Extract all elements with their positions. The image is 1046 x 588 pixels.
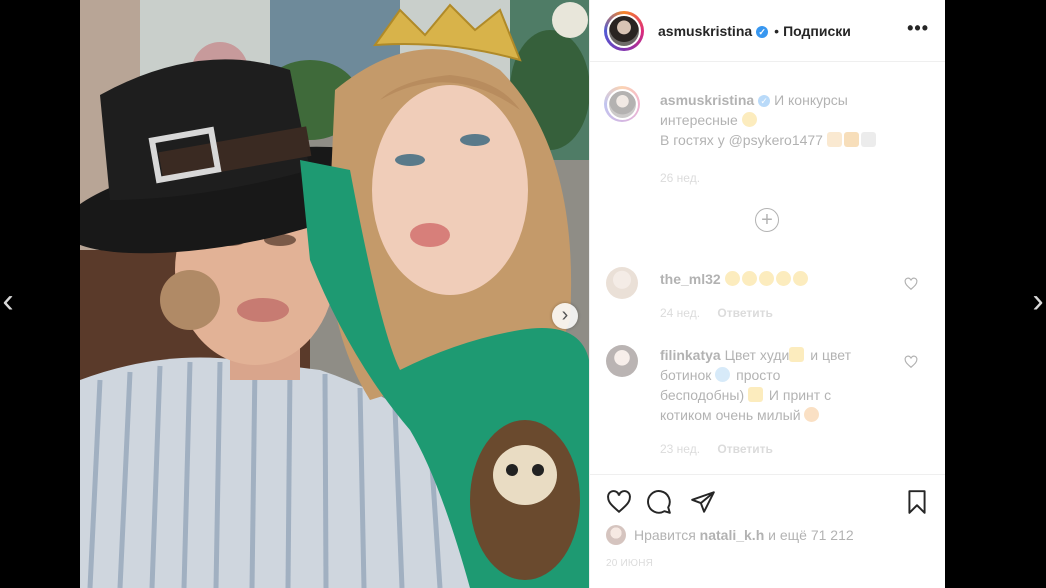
- caption-username[interactable]: asmuskristina: [660, 92, 754, 108]
- author-avatar[interactable]: [604, 10, 644, 51]
- heart-eyes-emoji-icon: [724, 271, 740, 286]
- caption-text-line3: В гостях у @psykero1477: [660, 132, 823, 148]
- reply-button[interactable]: Ответить: [717, 442, 772, 456]
- heart-eyes-emoji-icon: [741, 271, 757, 286]
- caption-author-avatar[interactable]: [604, 86, 640, 122]
- more-options-icon[interactable]: •••: [907, 18, 929, 39]
- comment-time: 23 нед.: [660, 442, 701, 456]
- smile-emoji-icon: [741, 112, 757, 127]
- post-actions: Нравится natali_k.h и ещё 71 212 20 ИЮНЯ: [590, 474, 945, 588]
- comment-text-line4: котиком очень милый: [660, 407, 801, 423]
- load-more-comments-icon[interactable]: +: [755, 208, 779, 232]
- heart-eyes-emoji-icon: [775, 271, 791, 286]
- comment-username[interactable]: the_ml32: [660, 271, 721, 287]
- header-separator: •: [774, 22, 780, 39]
- post-photo: ›: [80, 0, 589, 588]
- caption-text-line2: интересные: [660, 112, 738, 128]
- post-date: 20 ИЮНЯ: [606, 558, 654, 569]
- share-paper-plane-icon[interactable]: [690, 489, 716, 515]
- reply-button[interactable]: Ответить: [717, 306, 772, 320]
- verified-badge-icon: ✓: [758, 95, 771, 107]
- comment-text-line1: Цвет худи: [724, 347, 790, 363]
- commenter-avatar[interactable]: [606, 267, 638, 299]
- like-comment-heart-icon[interactable]: [904, 355, 918, 369]
- post-side-panel: asmuskristina ✓ • Подписки ••• asmuskrist…: [589, 0, 945, 588]
- following-button[interactable]: Подписки: [783, 23, 851, 39]
- cat-emoji-icon: [804, 407, 820, 422]
- post-modal: › asmuskristina ✓ • Подписки ••• asmuskri…: [80, 0, 945, 588]
- verified-badge-icon: ✓: [756, 25, 769, 38]
- cake-emoji-icon: [826, 132, 842, 147]
- likes-prefix: Нравится: [634, 527, 696, 543]
- thumbs-up-emoji-icon: [748, 387, 764, 402]
- heart-eyes-emoji-icon: [758, 271, 774, 286]
- comment-text-line3b: И принт с: [768, 387, 832, 403]
- like-heart-icon[interactable]: [606, 489, 632, 515]
- crown-emoji-icon: [789, 347, 805, 362]
- carousel-next-button[interactable]: ›: [552, 303, 578, 329]
- liker-avatar: [606, 525, 626, 545]
- heart-eyes-emoji-icon: [792, 271, 808, 286]
- liker-username[interactable]: natali_k.h: [700, 527, 765, 543]
- comment-text-line3: бесподобны): [660, 387, 745, 403]
- previous-post-arrow-icon[interactable]: ‹: [0, 283, 18, 319]
- comment-username[interactable]: filinkatya: [660, 347, 721, 363]
- party-emoji-icon: [843, 132, 859, 147]
- comment-time: 24 нед.: [660, 306, 701, 320]
- comment-text-line2b: просто: [736, 367, 781, 383]
- author-username[interactable]: asmuskristina ✓: [658, 23, 769, 39]
- caption-text-line1: И конкурсы: [774, 92, 848, 108]
- cheers-emoji-icon: [860, 132, 876, 147]
- commenter-avatar[interactable]: [606, 345, 638, 377]
- post-header: asmuskristina ✓ • Подписки •••: [590, 0, 945, 62]
- likes-count[interactable]: и ещё 71 212: [768, 527, 854, 543]
- caption-time: 26 нед.: [660, 171, 701, 185]
- comments-section: asmuskristina ✓ И конкурсы интересные В г…: [590, 62, 945, 474]
- save-bookmark-icon[interactable]: [904, 489, 930, 515]
- post-photo-illustration: [80, 0, 589, 588]
- likes-summary[interactable]: Нравится natali_k.h и ещё 71 212: [606, 525, 854, 545]
- comment-text-line2a: ботинок: [660, 367, 712, 383]
- comment-text-line1b: и цвет: [810, 347, 852, 363]
- like-comment-heart-icon[interactable]: [904, 277, 918, 291]
- comment-bubble-icon[interactable]: [646, 489, 672, 515]
- next-post-arrow-icon[interactable]: ›: [1028, 283, 1046, 319]
- blue-heart-emoji-icon: [715, 367, 731, 382]
